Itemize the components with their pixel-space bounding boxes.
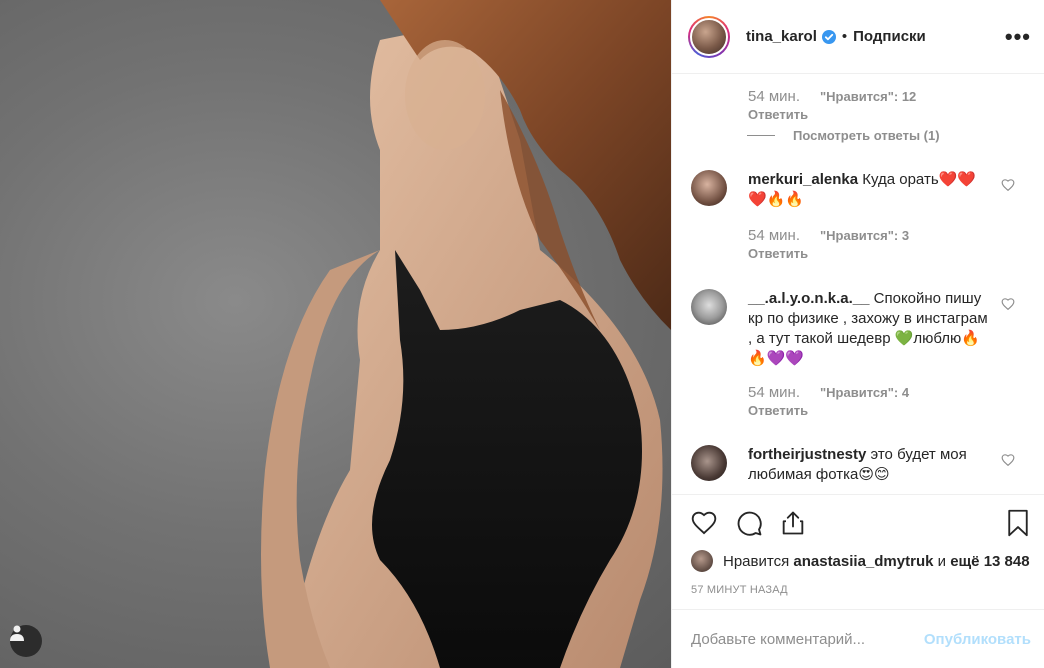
- post-side-panel: tina_karol • Подписки ••• 54 мин. "Нрави…: [671, 0, 1044, 668]
- comment-likes[interactable]: "Нравится": 4: [820, 383, 909, 403]
- divider: [747, 135, 775, 136]
- comment-input[interactable]: Добавьте комментарий...: [691, 631, 924, 648]
- author-avatar[interactable]: [688, 15, 730, 58]
- avatar[interactable]: [691, 445, 727, 481]
- post-image: [261, 0, 671, 668]
- likes-prefix: Нравится: [723, 552, 790, 570]
- view-replies-button[interactable]: Посмотреть ответы (1): [747, 128, 940, 143]
- publish-button[interactable]: Опубликовать: [924, 631, 1031, 648]
- comment-icon[interactable]: [735, 509, 763, 542]
- avatar[interactable]: [691, 289, 727, 325]
- comment-likes[interactable]: "Нравится": 3: [820, 226, 909, 246]
- comment-likes[interactable]: "Нравится": 12: [820, 87, 916, 107]
- liker-username[interactable]: anastasiia_dmytruk: [793, 553, 933, 570]
- heart-icon[interactable]: [690, 509, 718, 540]
- author-username[interactable]: tina_karol: [746, 28, 817, 45]
- user-tag-icon: [10, 625, 24, 641]
- reply-button[interactable]: Ответить: [748, 403, 988, 418]
- comment-username[interactable]: __.a.l.y.o.n.k.a.__: [748, 290, 869, 307]
- heart-icon[interactable]: [1001, 297, 1015, 315]
- verified-icon: [821, 29, 836, 44]
- post-timestamp[interactable]: 57 МИНУТ НАЗАД: [691, 584, 788, 596]
- comment-time: 54 мин.: [748, 227, 800, 244]
- bookmark-icon[interactable]: [1006, 509, 1030, 542]
- heart-icon[interactable]: [1001, 178, 1015, 196]
- user-tag-button[interactable]: [10, 625, 42, 657]
- reply-button[interactable]: Ответить: [748, 107, 988, 122]
- likes-connector: и: [937, 552, 947, 570]
- likes-count[interactable]: ещё 13 848: [950, 553, 1029, 570]
- comments-list[interactable]: 54 мин. "Нравится": 12 Ответить Посмотре…: [672, 75, 1044, 494]
- comment-time: 54 мин.: [748, 384, 800, 401]
- comment-username[interactable]: merkuri_alenka: [748, 171, 858, 188]
- follow-status-button[interactable]: Подписки: [853, 28, 926, 45]
- comment-time: 54 мин.: [748, 88, 800, 105]
- header-separator: •: [841, 28, 848, 45]
- heart-icon[interactable]: [1001, 453, 1015, 471]
- post-photo[interactable]: [0, 0, 671, 668]
- share-icon[interactable]: [779, 509, 807, 542]
- more-icon[interactable]: •••: [1005, 24, 1031, 50]
- likes-summary: Нравится anastasiia_dmytruk и ещё 13 848: [691, 550, 1030, 572]
- avatar[interactable]: [691, 550, 713, 572]
- avatar[interactable]: [691, 170, 727, 206]
- comment-username[interactable]: fortheirjustnesty: [748, 446, 866, 463]
- post-header: tina_karol • Подписки •••: [672, 0, 1044, 74]
- post-actions: Нравится anastasiia_dmytruk и ещё 13 848…: [672, 494, 1044, 668]
- view-replies-label: Посмотреть ответы (1): [793, 128, 940, 143]
- reply-button[interactable]: Ответить: [748, 246, 988, 261]
- add-comment-bar: Добавьте комментарий... Опубликовать: [672, 609, 1044, 668]
